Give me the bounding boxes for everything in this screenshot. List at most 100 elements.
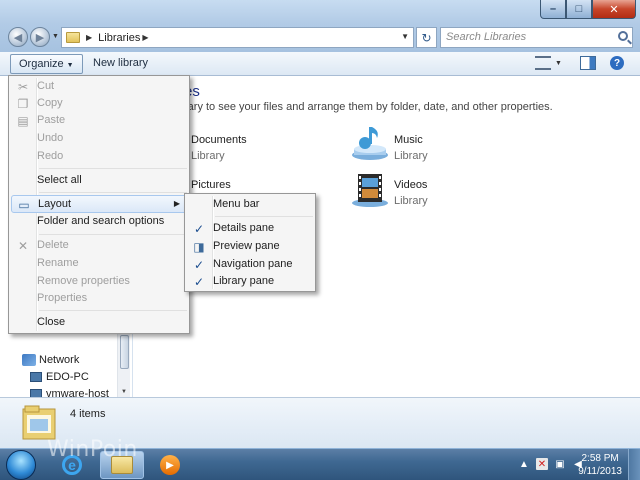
menu-item-copy[interactable]: ❐ Copy [11, 95, 187, 113]
nav-item-network[interactable]: Network [22, 354, 79, 366]
back-arrow-icon: ◀ [13, 31, 23, 44]
address-dropdown-icon[interactable]: ▼ [401, 32, 409, 41]
menu-separator [215, 216, 313, 217]
library-pictures[interactable]: Pictures [191, 179, 231, 191]
menu-item-label: Folder and search options [37, 215, 165, 227]
layout-icon: ▭ [18, 198, 30, 212]
nav-item-label: Network [39, 354, 80, 366]
menu-item-label: Layout [38, 198, 72, 210]
menu-item-label: Details pane [213, 222, 275, 234]
menu-item-label: Remove properties [37, 275, 130, 287]
nav-pane-scrollbar[interactable]: ▼ [117, 333, 130, 397]
network-tray-icon[interactable]: ▣ [554, 458, 566, 470]
submenu-item-menu-bar[interactable]: Menu bar [187, 196, 313, 214]
library-documents[interactable]: Documents Library [191, 134, 247, 162]
menu-item-properties[interactable]: Properties [11, 290, 187, 308]
menu-item-label: Copy [37, 97, 63, 109]
organize-label: Organize [19, 58, 64, 70]
maximize-button[interactable]: □ [566, 0, 592, 19]
refresh-icon: ↻ [421, 30, 432, 45]
menu-item-close[interactable]: Close [11, 314, 187, 332]
back-button[interactable]: ◀ [8, 27, 28, 47]
menu-item-label: Paste [37, 114, 66, 126]
paste-icon: ▤ [17, 114, 29, 128]
recent-pages-dropdown[interactable]: ▼ [52, 33, 59, 40]
menu-item-layout[interactable]: ▭ Layout ▶ [11, 195, 187, 213]
new-library-button[interactable]: New library [85, 54, 156, 74]
checkmark-icon: ✓ [193, 258, 205, 272]
menu-item-cut[interactable]: ✂ Cut [11, 78, 187, 96]
checkmark-icon: ✓ [193, 222, 205, 236]
command-bar: Organize ▼ New library ▼ ? [0, 52, 640, 76]
library-music[interactable]: Music Library [394, 134, 428, 162]
menu-item-label: Properties [37, 292, 88, 304]
menu-separator [39, 234, 187, 235]
menu-item-label: Close [37, 316, 66, 328]
scrollbar-thumb[interactable] [120, 335, 129, 369]
videos-library-icon[interactable] [350, 172, 390, 208]
breadcrumb-chevron-icon[interactable]: ▶ [142, 33, 148, 42]
address-bar[interactable]: ▶ Libraries ▶ ▼ [61, 27, 414, 48]
computer-icon [30, 372, 42, 382]
menu-item-select-all[interactable]: Select all [11, 172, 187, 190]
menu-item-label: Library pane [213, 275, 275, 287]
search-icon [618, 31, 628, 41]
layout-submenu: Menu bar ✓ Details pane ◨ Preview pane ✓ Na… [184, 193, 316, 292]
library-videos[interactable]: Videos Library [394, 179, 428, 207]
menu-item-delete[interactable]: ✕ Delete [11, 237, 187, 255]
submenu-item-navigation-pane[interactable]: ✓ Navigation pane [187, 256, 313, 274]
menu-item-label: Cut [37, 80, 55, 92]
start-button[interactable] [6, 450, 36, 480]
action-center-flag-icon[interactable]: ✕ [536, 458, 548, 470]
clock[interactable]: 2:58 PM 9/11/2013 [578, 452, 622, 478]
menu-item-remove-properties[interactable]: Remove properties [11, 273, 187, 291]
library-name: Pictures [191, 179, 231, 191]
forward-button[interactable]: ▶ [30, 27, 50, 47]
library-name: Videos [394, 179, 428, 191]
show-hidden-icons-icon[interactable]: ▲ [518, 458, 530, 470]
library-type: Library [191, 150, 225, 162]
menu-item-paste[interactable]: ▤ Paste [11, 112, 187, 130]
organize-button[interactable]: Organize ▼ [10, 54, 83, 74]
libraries-folder-icon [66, 32, 80, 43]
delete-icon: ✕ [17, 239, 29, 253]
minimize-button[interactable]: – [540, 0, 566, 19]
nav-item-edo-pc[interactable]: EDO-PC [30, 371, 89, 383]
submenu-item-preview-pane[interactable]: ◨ Preview pane [187, 238, 313, 256]
submenu-item-details-pane[interactable]: ✓ Details pane [187, 220, 313, 238]
title-bar: – □ ✕ ◀ ▶ ▼ ▶ Libraries ▶ ▼ ↻ Search Lib… [0, 0, 640, 52]
change-view-icon[interactable] [535, 56, 551, 70]
menu-item-undo[interactable]: Undo [11, 130, 187, 148]
watermark-logo: WinPoin [47, 437, 138, 462]
scroll-down-arrow-icon[interactable]: ▼ [121, 389, 127, 395]
menu-item-redo[interactable]: Redo [11, 148, 187, 166]
breadcrumb-chevron-icon[interactable]: ▶ [86, 33, 92, 42]
menu-separator [39, 310, 187, 311]
breadcrumb-libraries[interactable]: Libraries [98, 32, 140, 44]
refresh-button[interactable]: ↻ [416, 27, 437, 48]
system-tray: ▲ ✕ ▣ ◀ [518, 458, 584, 470]
menu-item-label: Redo [37, 150, 64, 162]
menu-item-label: Undo [37, 132, 64, 144]
help-icon[interactable]: ? [610, 56, 624, 70]
window-controls: – □ ✕ [540, 0, 636, 19]
menu-item-label: Navigation pane [213, 258, 293, 270]
library-type: Library [394, 150, 428, 162]
libraries-folder-icon [22, 405, 56, 440]
submenu-item-library-pane[interactable]: ✓ Library pane [187, 273, 313, 291]
taskbar-media-player[interactable]: ▶ [148, 451, 192, 479]
show-desktop-button[interactable] [628, 449, 640, 480]
menu-item-rename[interactable]: Rename [11, 255, 187, 273]
menu-item-folder-options[interactable]: Folder and search options [11, 213, 187, 231]
preview-pane-icon[interactable] [580, 56, 596, 70]
menu-item-label: Delete [37, 239, 69, 251]
items-count: 4 items [70, 408, 106, 420]
close-window-button[interactable]: ✕ [592, 0, 636, 19]
preview-pane-icon: ◨ [193, 240, 205, 254]
library-type: Library [394, 195, 428, 207]
music-library-icon[interactable] [350, 125, 390, 161]
nav-item-label: EDO-PC [46, 371, 89, 383]
views-dropdown-icon[interactable]: ▼ [555, 60, 562, 67]
search-input[interactable]: Search Libraries [440, 27, 633, 48]
menu-item-label: Rename [37, 257, 79, 269]
